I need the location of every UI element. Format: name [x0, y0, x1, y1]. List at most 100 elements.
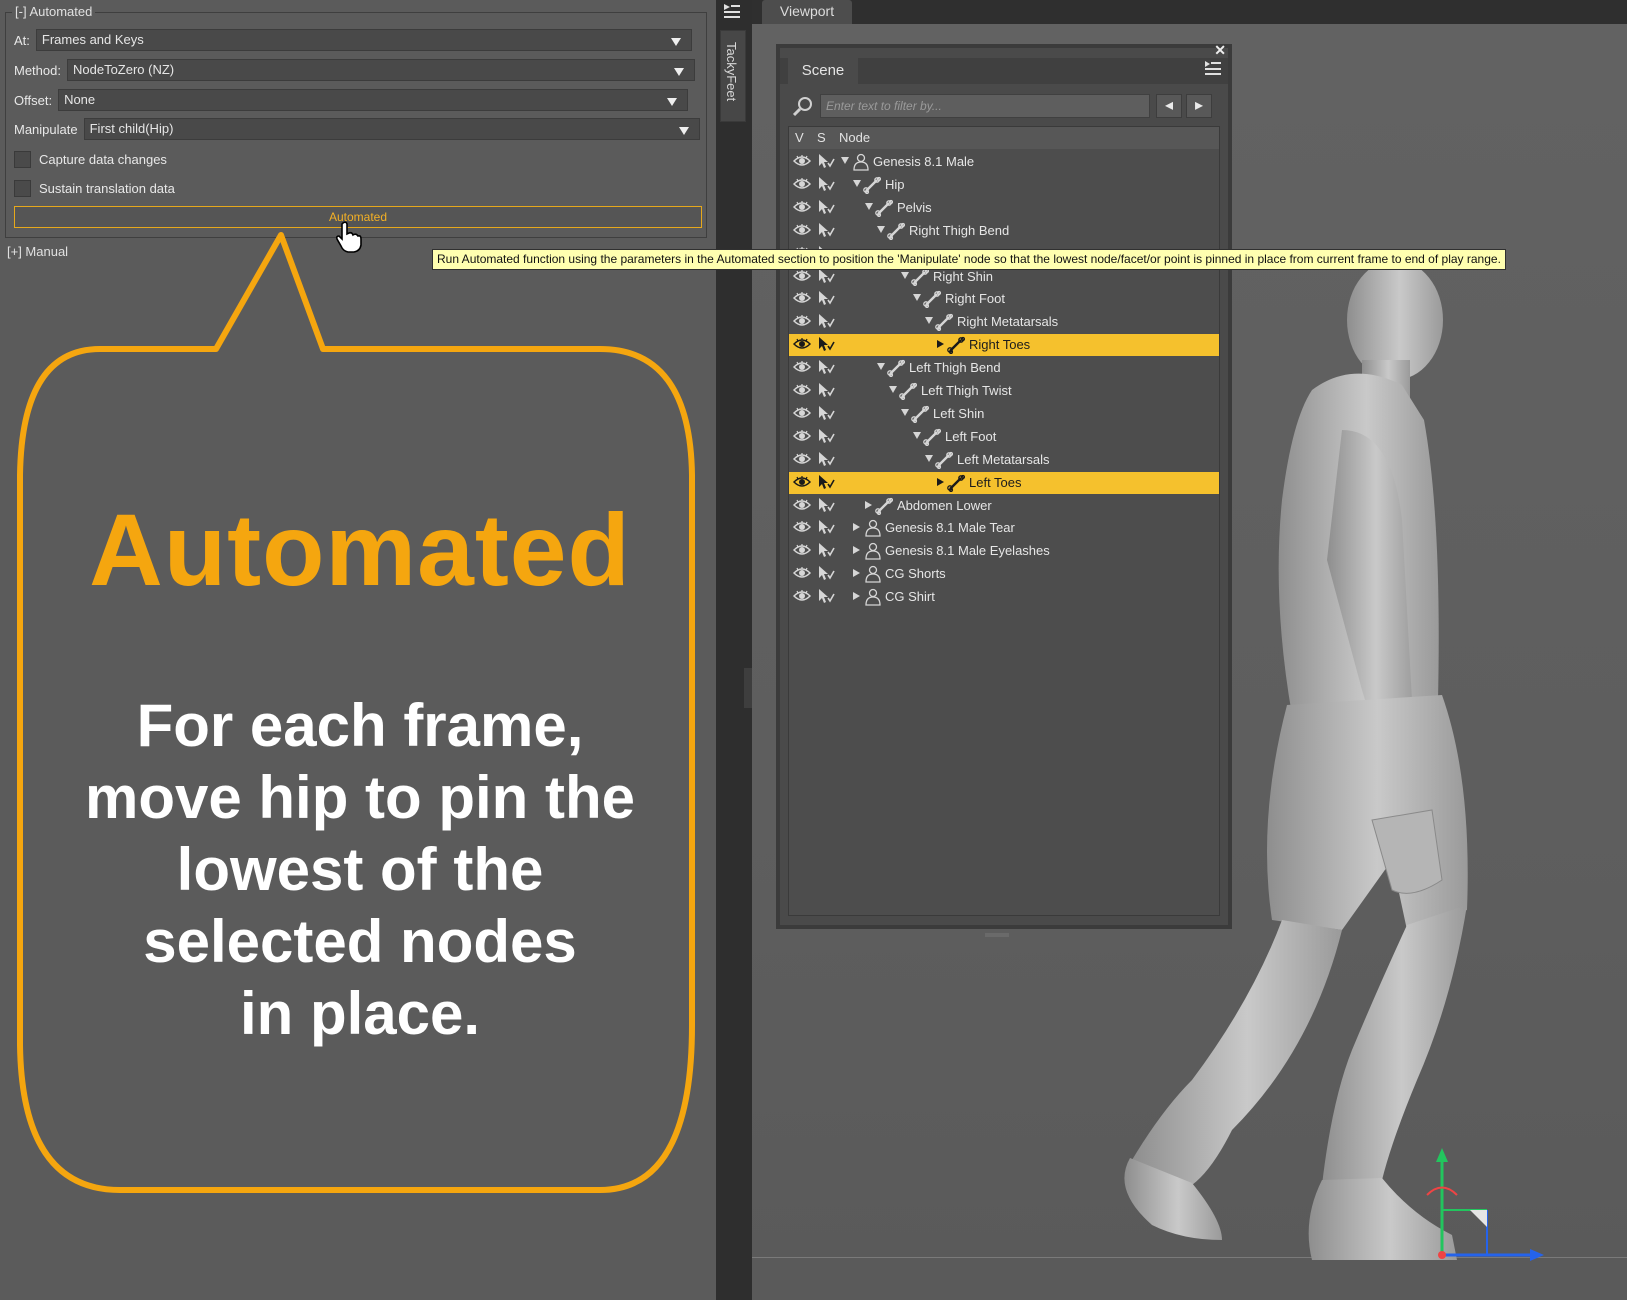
manipulate-dropdown[interactable]: First child(Hip): [83, 118, 700, 140]
eye-icon[interactable]: [792, 155, 812, 170]
eye-icon[interactable]: [792, 521, 812, 536]
chevron-down-icon[interactable]: [889, 386, 897, 393]
resize-grip[interactable]: [985, 933, 1009, 937]
eye-icon[interactable]: [792, 223, 812, 239]
column-node[interactable]: Node: [839, 130, 870, 145]
tree-row[interactable]: Left Foot: [789, 426, 1219, 448]
eye-icon[interactable]: [792, 475, 812, 491]
chevron-down-icon[interactable]: [913, 431, 921, 439]
eye-icon[interactable]: [792, 590, 812, 605]
method-dropdown[interactable]: NodeToZero (NZ): [66, 59, 695, 81]
chevron-down-icon: [670, 38, 681, 46]
select-arrow-icon[interactable]: [817, 336, 835, 355]
eye-icon[interactable]: [792, 361, 812, 376]
at-dropdown[interactable]: Frames and Keys: [35, 29, 692, 51]
tree-row[interactable]: Left Thigh Bend: [789, 357, 1219, 379]
node-label: Genesis 8.1 Male: [873, 154, 975, 169]
filter-input[interactable]: Enter text to filter by...: [820, 94, 1150, 118]
eye-icon[interactable]: [792, 315, 812, 330]
chevron-down-icon[interactable]: [925, 317, 933, 325]
select-arrow-icon[interactable]: [817, 588, 835, 607]
chevron-down-icon[interactable]: [901, 408, 909, 416]
select-arrow-icon[interactable]: [817, 176, 835, 195]
column-visible[interactable]: V: [795, 130, 804, 145]
tree-row[interactable]: Hip: [789, 174, 1219, 196]
capture-checkbox[interactable]: [14, 150, 31, 168]
eye-icon[interactable]: [792, 384, 812, 399]
eye-icon[interactable]: [792, 200, 812, 216]
chevron-down-icon[interactable]: [913, 294, 921, 302]
tree-row-selected[interactable]: Left Toes: [789, 471, 1219, 494]
chevron-down-icon[interactable]: [925, 454, 933, 462]
select-arrow-icon[interactable]: [817, 428, 835, 447]
eye-icon[interactable]: [792, 338, 812, 353]
tree-row[interactable]: Right Thigh Bend: [789, 220, 1219, 242]
tree-row[interactable]: Left Shin: [789, 403, 1219, 425]
tree-row[interactable]: Genesis 8.1 Male: [789, 151, 1219, 173]
select-arrow-icon[interactable]: [817, 497, 835, 516]
chevron-right-icon[interactable]: [853, 523, 860, 532]
select-arrow-icon[interactable]: [817, 153, 835, 172]
close-icon[interactable]: ✕: [1214, 42, 1226, 59]
select-arrow-icon[interactable]: [817, 290, 835, 309]
select-arrow-icon[interactable]: [817, 405, 835, 424]
select-arrow-icon[interactable]: [817, 382, 835, 401]
tree-row[interactable]: Genesis 8.1 Male Tear: [789, 517, 1219, 539]
eye-icon[interactable]: [792, 498, 812, 514]
tree-row[interactable]: Genesis 8.1 Male Eyelashes: [789, 540, 1219, 562]
chevron-right-icon[interactable]: [865, 500, 872, 509]
select-arrow-icon[interactable]: [817, 474, 835, 493]
at-dropdown-value: Frames and Keys: [41, 32, 144, 47]
select-arrow-icon[interactable]: [817, 451, 835, 470]
tree-row[interactable]: CG Shirt: [789, 586, 1219, 608]
select-arrow-icon[interactable]: [817, 313, 835, 332]
chevron-right-icon[interactable]: [853, 546, 860, 555]
sustain-row: Sustain translation data: [14, 177, 175, 199]
splitter-handle[interactable]: [744, 668, 752, 708]
chevron-down-icon[interactable]: [865, 202, 873, 210]
eye-icon[interactable]: [792, 406, 812, 422]
tree-row[interactable]: Pelvis: [789, 197, 1219, 219]
tab-scene[interactable]: Scene: [788, 58, 858, 84]
chevron-right-icon[interactable]: [853, 569, 860, 578]
tree-row[interactable]: Right Foot: [789, 288, 1219, 310]
tree-row-selected[interactable]: Right Toes: [789, 334, 1219, 357]
eye-icon[interactable]: [792, 429, 812, 445]
tree-row[interactable]: Abdomen Lower: [789, 495, 1219, 517]
pane-divider[interactable]: [716, 0, 752, 1300]
eye-icon[interactable]: [792, 544, 812, 559]
chevron-down-icon[interactable]: [877, 225, 885, 233]
select-arrow-icon[interactable]: [817, 222, 835, 241]
eye-icon[interactable]: [792, 177, 812, 193]
tree-row[interactable]: Left Metatarsals: [789, 449, 1219, 471]
eye-icon[interactable]: [792, 567, 812, 582]
tree-row[interactable]: Left Thigh Twist: [789, 380, 1219, 402]
sustain-checkbox[interactable]: [14, 179, 31, 197]
chevron-right-icon[interactable]: [937, 477, 944, 486]
select-arrow-icon[interactable]: [817, 542, 835, 561]
select-arrow-icon[interactable]: [817, 199, 835, 218]
scene-tree[interactable]: V S Node Genesis 8.1 Male Hip Pelvis Right …: [788, 126, 1220, 916]
eye-icon[interactable]: [792, 269, 812, 285]
select-arrow-icon[interactable]: [817, 268, 835, 287]
automated-section-title[interactable]: [-] Automated: [12, 4, 96, 19]
select-arrow-icon[interactable]: [817, 359, 835, 378]
chevron-down-icon[interactable]: [877, 363, 885, 371]
chevron-down-icon[interactable]: [853, 179, 861, 187]
chevron-down-icon[interactable]: [901, 271, 909, 279]
pane-menu-icon[interactable]: [722, 2, 742, 20]
eye-icon[interactable]: [792, 452, 812, 468]
filter-next-button[interactable]: ▸: [1186, 94, 1212, 118]
filter-prev-button[interactable]: ◂: [1156, 94, 1182, 118]
chevron-right-icon[interactable]: [853, 592, 860, 601]
tree-row[interactable]: CG Shorts: [789, 563, 1219, 585]
offset-dropdown[interactable]: None: [58, 89, 689, 111]
select-arrow-icon[interactable]: [817, 519, 835, 538]
chevron-down-icon[interactable]: [841, 157, 849, 164]
tree-row[interactable]: Right Metatarsals: [789, 311, 1219, 333]
column-selectable[interactable]: S: [817, 130, 826, 145]
select-arrow-icon[interactable]: [817, 565, 835, 584]
chevron-right-icon[interactable]: [937, 340, 944, 349]
pane-menu-icon[interactable]: [1204, 60, 1222, 76]
eye-icon[interactable]: [792, 292, 812, 307]
